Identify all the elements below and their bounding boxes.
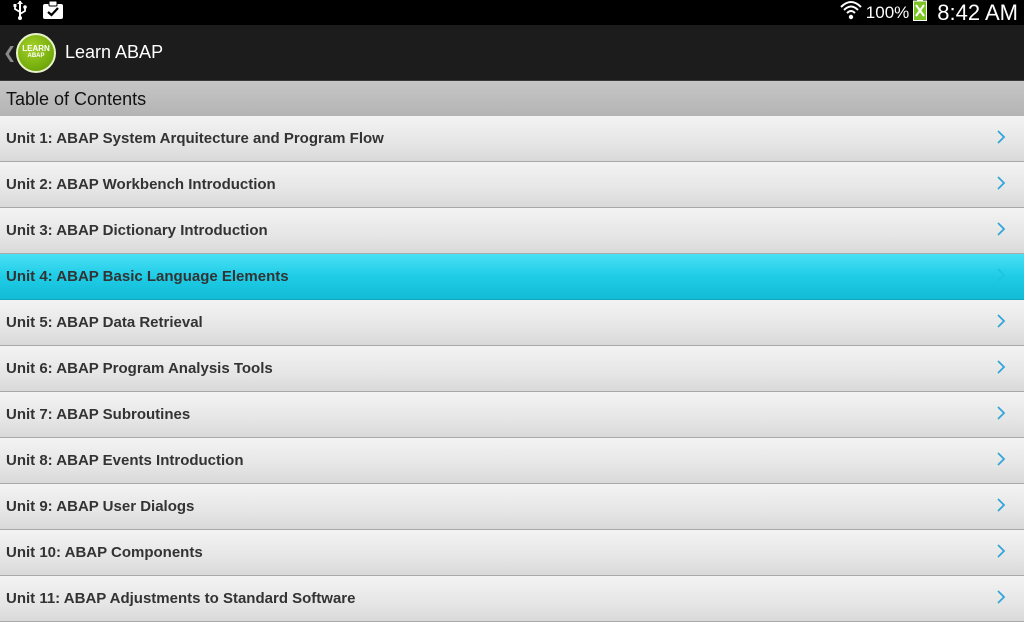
chevron-right-icon: [997, 130, 1006, 144]
usb-icon: [12, 0, 28, 25]
toc-list: Unit 1: ABAP System Arquitecture and Pro…: [0, 116, 1024, 622]
battery-charging-icon: [913, 0, 928, 26]
chevron-right-icon: [997, 452, 1006, 466]
toc-item-label: Unit 6: ABAP Program Analysis Tools: [6, 360, 273, 377]
chevron-right-icon: [997, 222, 1006, 236]
toc-item-label: Unit 1: ABAP System Arquitecture and Pro…: [6, 130, 384, 147]
status-left-icons: [12, 0, 64, 25]
action-bar: ❮ LEARN ABAP Learn ABAP: [0, 25, 1024, 81]
wifi-icon: [840, 0, 862, 26]
toc-item-label: Unit 9: ABAP User Dialogs: [6, 498, 195, 515]
toc-item-label: Unit 7: ABAP Subroutines: [6, 406, 191, 423]
chevron-right-icon: [997, 406, 1006, 420]
clipboard-check-icon: [42, 0, 64, 25]
toc-item-label: Unit 10: ABAP Components: [6, 544, 203, 561]
battery-percentage: 100%: [865, 2, 910, 22]
status-bar: 100% 8:42 AM: [0, 0, 1024, 25]
toc-item-unit-9[interactable]: Unit 9: ABAP User Dialogs: [0, 484, 1024, 530]
toc-item-label: Unit 11: ABAP Adjustments to Standard So…: [6, 590, 356, 607]
chevron-right-icon: [997, 498, 1006, 512]
chevron-right-icon: [997, 360, 1006, 374]
toc-item-unit-2[interactable]: Unit 2: ABAP Workbench Introduction: [0, 162, 1024, 208]
section-header: Table of Contents: [0, 81, 1024, 116]
app-logo[interactable]: LEARN ABAP: [16, 33, 56, 73]
toc-item-unit-3[interactable]: Unit 3: ABAP Dictionary Introduction: [0, 208, 1024, 254]
toc-item-unit-1[interactable]: Unit 1: ABAP System Arquitecture and Pro…: [0, 116, 1024, 162]
toc-item-unit-6[interactable]: Unit 6: ABAP Program Analysis Tools: [0, 346, 1024, 392]
toc-item-label: Unit 3: ABAP Dictionary Introduction: [6, 222, 268, 239]
chevron-right-icon: [997, 268, 1006, 282]
toc-item-unit-8[interactable]: Unit 8: ABAP Events Introduction: [0, 438, 1024, 484]
logo-text-learn: LEARN: [22, 44, 50, 53]
toc-item-label: Unit 8: ABAP Events Introduction: [6, 452, 244, 469]
toc-item-label: Unit 2: ABAP Workbench Introduction: [6, 176, 276, 193]
chevron-right-icon: [997, 544, 1006, 558]
toc-item-label: Unit 4: ABAP Basic Language Elements: [6, 268, 289, 285]
logo-text-abap: ABAP: [27, 53, 45, 59]
toc-item-label: Unit 5: ABAP Data Retrieval: [6, 314, 203, 331]
chevron-right-icon: [997, 176, 1006, 190]
up-navigation-icon[interactable]: ❮: [3, 43, 16, 62]
status-right: 100% 8:42 AM: [840, 0, 1018, 25]
app-title: Learn ABAP: [65, 42, 164, 62]
toc-item-unit-4[interactable]: Unit 4: ABAP Basic Language Elements: [0, 254, 1024, 300]
toc-item-unit-10[interactable]: Unit 10: ABAP Components: [0, 530, 1024, 576]
toc-item-unit-7[interactable]: Unit 7: ABAP Subroutines: [0, 392, 1024, 438]
chevron-right-icon: [997, 314, 1006, 328]
toc-item-unit-11[interactable]: Unit 11: ABAP Adjustments to Standard So…: [0, 576, 1024, 622]
clock: 8:42 AM: [937, 0, 1018, 25]
toc-item-unit-5[interactable]: Unit 5: ABAP Data Retrieval: [0, 300, 1024, 346]
chevron-right-icon: [997, 590, 1006, 604]
